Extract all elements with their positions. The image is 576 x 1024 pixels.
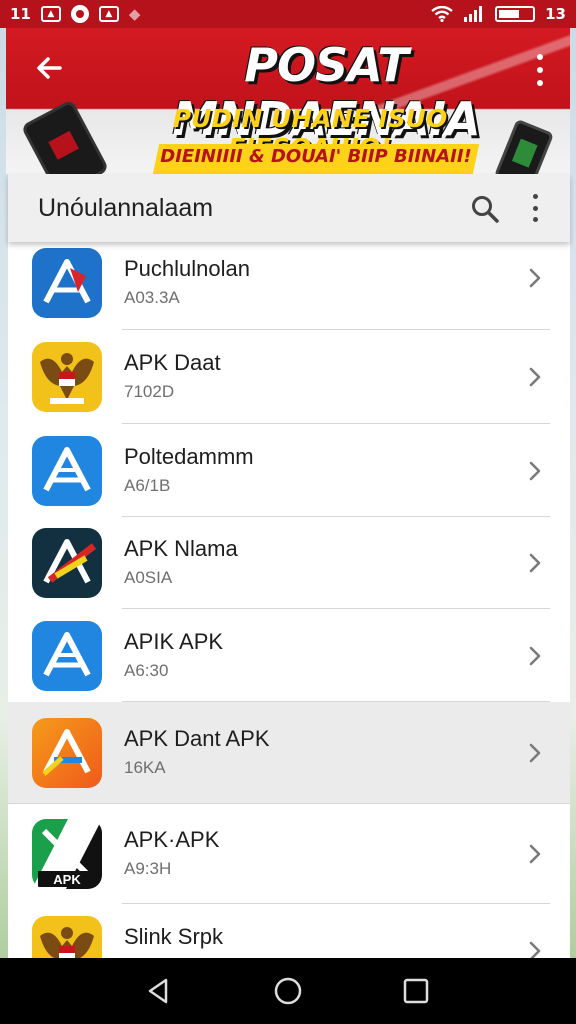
item-size: 7102D	[124, 382, 175, 401]
status-left: 11 ▲ ▲ ◆	[10, 5, 140, 23]
list-item[interactable]: Poltedammm A6/1B	[8, 424, 570, 517]
list-item[interactable]: Slink Srpk	[8, 904, 570, 958]
gallery-icon: ▲	[98, 6, 119, 22]
status-right: 13	[431, 5, 566, 23]
list-item[interactable]: APK Nlama A0SIA	[8, 517, 570, 609]
photo-icon: ◆	[128, 5, 141, 23]
item-name: Poltedammm	[124, 443, 254, 469]
item-size: 16KA	[124, 758, 166, 777]
list-item[interactable]: APK Daat 7102D	[8, 330, 570, 424]
item-name: Puchlulnolan	[124, 256, 250, 281]
garuda-emblem-icon	[32, 916, 102, 958]
item-name: APIK APK	[124, 628, 224, 654]
chevron-right-icon	[526, 551, 544, 575]
signal-icon	[464, 6, 483, 22]
item-size: A6:30	[124, 660, 169, 680]
item-name: APK Daat	[124, 350, 221, 375]
navigation-bar	[0, 958, 576, 1024]
app-list: Puchlulnolan A03.3A APK Daat 7102D Polteda…	[8, 242, 570, 958]
back-arrow-icon[interactable]	[30, 48, 70, 88]
list-item[interactable]: APK APK·APK A9:3H	[8, 804, 570, 904]
item-size: A9:3H	[124, 859, 172, 878]
item-name: APK·APK	[124, 827, 220, 852]
notification-icon: ▲	[40, 6, 61, 22]
back-triangle-icon[interactable]	[144, 976, 174, 1006]
apk-orange-icon	[32, 718, 102, 788]
home-circle-icon[interactable]	[273, 976, 303, 1006]
app-bar: Unóulannalaam	[8, 174, 570, 242]
item-name: APK Nlama	[124, 536, 238, 561]
apk-dark-icon	[32, 528, 102, 598]
more-vert-icon[interactable]	[528, 194, 542, 222]
item-size: A03.3A	[124, 288, 180, 307]
battery-icon	[495, 6, 536, 22]
chevron-right-icon	[526, 741, 544, 765]
list-item[interactable]: APIK APK A6:30	[8, 609, 570, 702]
promo-banner: POSAT MNDAENAIA PUDIN UHANE ISUO FIFSOAU…	[6, 28, 570, 174]
chevron-right-icon	[526, 459, 544, 483]
device-image-left	[20, 99, 110, 174]
banner-tagline: DIEINIIII & DOUAI' BIIP BIINAII!	[160, 146, 472, 167]
circle-app-icon	[70, 5, 89, 23]
app-bar-title: Unóulannalaam	[38, 193, 214, 222]
chevron-right-icon	[526, 842, 544, 866]
item-name: Slink Srpk	[124, 924, 224, 949]
item-size: A6/1B	[124, 475, 171, 495]
wifi-icon	[431, 6, 453, 22]
item-name: APK Dant APK	[124, 726, 270, 751]
chevron-right-icon	[526, 939, 544, 958]
status-bar: 11 ▲ ▲ ◆ 13	[0, 0, 576, 28]
chevron-right-icon	[526, 266, 544, 290]
item-size: A0SIA	[124, 568, 173, 587]
apk-blue-icon	[32, 435, 102, 506]
list-item[interactable]: APK Dant APK 16KA	[8, 702, 570, 804]
chevron-right-icon	[526, 644, 544, 668]
apk-green-icon: APK	[32, 819, 102, 889]
list-item[interactable]: Puchlulnolan A03.3A	[8, 242, 570, 330]
chevron-right-icon	[526, 365, 544, 389]
banner-more-icon[interactable]	[528, 50, 552, 90]
garuda-emblem-icon	[32, 342, 102, 412]
apk-blue-icon	[32, 620, 102, 691]
status-time: 11	[10, 5, 31, 23]
search-icon[interactable]	[470, 194, 500, 224]
apk-blue-red-icon	[32, 248, 102, 318]
svg-text:APK: APK	[53, 872, 81, 887]
recents-square-icon[interactable]	[401, 976, 431, 1006]
status-right-text: 13	[545, 5, 566, 23]
